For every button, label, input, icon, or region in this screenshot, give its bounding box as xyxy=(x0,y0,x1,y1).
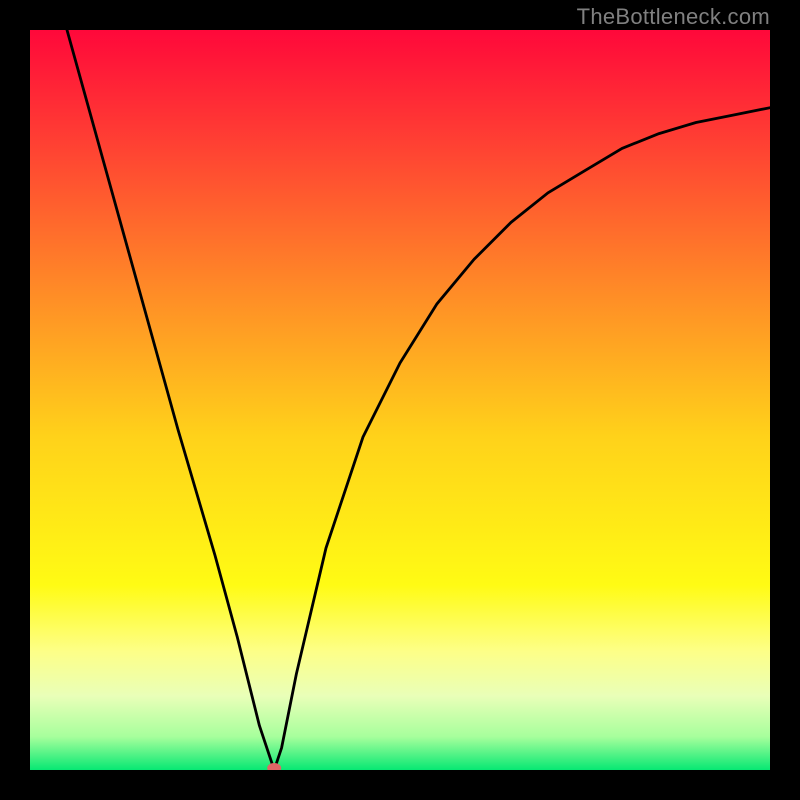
source-label: TheBottleneck.com xyxy=(577,4,770,30)
bottleneck-chart xyxy=(30,30,770,770)
gradient-background xyxy=(30,30,770,770)
chart-frame: TheBottleneck.com xyxy=(0,0,800,800)
plot-area xyxy=(30,30,770,770)
